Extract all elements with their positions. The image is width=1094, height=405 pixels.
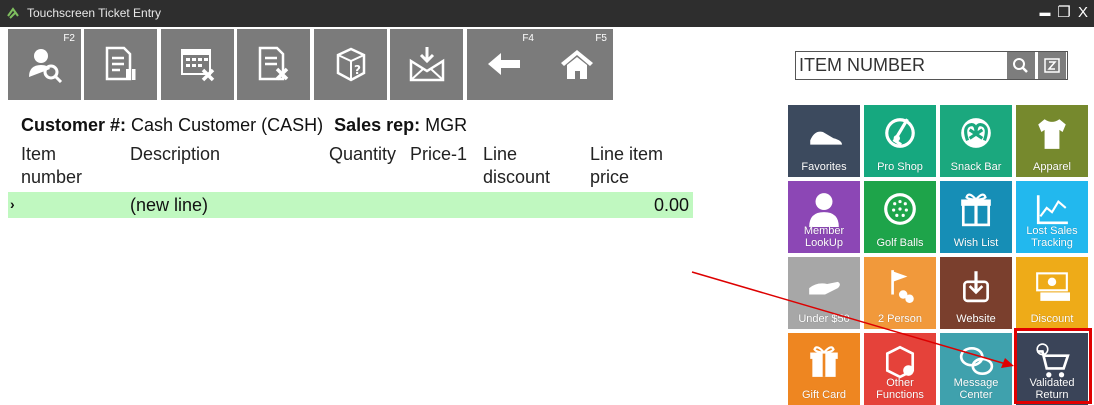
mail-download-icon [409, 47, 445, 82]
box-question-icon: ? [336, 47, 366, 82]
document-x-icon [258, 46, 289, 81]
tile-2-person[interactable]: 2 Person [864, 257, 936, 329]
tile-label: Pro Shop [877, 161, 923, 173]
tile-other-functions[interactable]: Other Functions [864, 333, 936, 405]
tile-label: Lost Sales Tracking [1026, 225, 1078, 249]
keyboard-icon [1044, 58, 1060, 73]
home-icon [561, 50, 593, 79]
shortcut-key-label: F4 [522, 33, 534, 44]
hand-money-icon [809, 281, 840, 295]
column-header-quantity[interactable]: Quantity [329, 143, 396, 166]
tile-label: Under $50 [798, 313, 850, 325]
tile-member-lookup[interactable]: Member LookUp [788, 181, 860, 253]
calendar-x-icon [181, 49, 215, 82]
tile-label: Wish List [953, 237, 999, 249]
golf-club-icon [885, 118, 915, 148]
gift-box-icon [961, 193, 991, 227]
tile-pro-shop[interactable]: Pro Shop [864, 105, 936, 177]
tile-label: 2 Person [877, 313, 923, 325]
gift-icon [810, 346, 838, 377]
golf-ball-icon [884, 193, 916, 225]
minimize-button[interactable]: ▬ [1036, 3, 1054, 23]
customer-value[interactable]: Cash Customer (CASH) [131, 115, 323, 135]
search-icon [1013, 58, 1028, 73]
calendar-cancel-button[interactable] [161, 29, 234, 100]
tile-label: Discount [1030, 313, 1074, 325]
window-title: Touchscreen Ticket Entry [27, 6, 162, 20]
tile-wish-list[interactable]: Wish List [940, 181, 1012, 253]
column-header-price[interactable]: Price-1 [410, 143, 467, 166]
pretzel-icon [961, 118, 991, 148]
salesrep-value[interactable]: MGR [425, 115, 467, 135]
shortcut-key-label: F2 [63, 33, 75, 44]
column-header-line-discount[interactable]: Line discount [483, 143, 573, 189]
flag-icon [891, 270, 914, 303]
row-marker-icon: › [10, 196, 15, 212]
svg-text:?: ? [354, 63, 361, 77]
table-row-new-line[interactable]: › (new line) 0.00 [8, 192, 693, 218]
customer-lookup-button[interactable]: F2 [8, 29, 81, 100]
money-icon [1036, 272, 1070, 301]
tile-label: Apparel [1033, 161, 1071, 173]
tile-golf-balls[interactable]: Golf Balls [864, 181, 936, 253]
tile-label: Gift Card [801, 389, 846, 401]
column-header-line-item-price[interactable]: Line item price [590, 143, 685, 189]
keyboard-button[interactable] [1038, 52, 1066, 79]
customer-info: Customer #: Cash Customer (CASH) Sales r… [21, 115, 467, 136]
column-header-item-number[interactable]: Item number [21, 143, 116, 189]
package-button[interactable]: ? [314, 29, 387, 100]
close-button[interactable]: X [1074, 3, 1092, 23]
restore-button[interactable]: ❐ [1055, 3, 1073, 23]
search-button[interactable] [1007, 52, 1035, 79]
tile-label: Member LookUp [803, 225, 845, 249]
receive-button[interactable] [390, 29, 463, 100]
new-line-total: 0.00 [653, 195, 689, 215]
chat-icon [959, 346, 994, 376]
tile-under-50[interactable]: Under $50 [788, 257, 860, 329]
tile-gift-card[interactable]: Gift Card [788, 333, 860, 405]
member-icon [809, 193, 839, 227]
document-pause-icon [105, 46, 136, 81]
tile-label: Favorites [801, 161, 847, 173]
tile-message-center[interactable]: Message Center [940, 333, 1012, 405]
shoe-icon [810, 131, 842, 145]
app-logo-icon [7, 7, 19, 19]
ticket-pause-button[interactable] [84, 29, 157, 100]
void-ticket-button[interactable] [237, 29, 310, 100]
tile-discount[interactable]: Discount [1016, 257, 1088, 329]
tile-snack-bar[interactable]: Snack Bar [940, 105, 1012, 177]
home-button[interactable]: F5 [540, 29, 613, 100]
title-bar: Touchscreen Ticket Entry ▬ ❐ X [0, 0, 1094, 27]
tile-website[interactable]: Website [940, 257, 1012, 329]
tile-label: Message Center [953, 377, 999, 401]
arrow-left-icon [488, 53, 520, 75]
salesrep-label: Sales rep: [334, 115, 421, 135]
tile-label: Other Functions [876, 377, 924, 401]
chart-icon [1036, 195, 1068, 225]
item-search-box [795, 51, 1068, 80]
touch-icon [963, 271, 989, 303]
item-number-input[interactable] [796, 52, 1007, 79]
box-gear-icon [885, 345, 915, 379]
tile-label: Snack Bar [950, 161, 1002, 173]
column-header-description[interactable]: Description [130, 143, 220, 166]
shortcut-key-label: F5 [595, 33, 607, 44]
highlight-box [1014, 328, 1092, 404]
shirt-icon [1038, 119, 1066, 149]
tile-label: Website [956, 313, 996, 325]
tile-label: Golf Balls [876, 237, 924, 249]
back-button[interactable]: F4 [467, 29, 540, 100]
customer-label: Customer #: [21, 115, 127, 135]
tile-apparel[interactable]: Apparel [1016, 105, 1088, 177]
tile-lost-sales-tracking[interactable]: Lost Sales Tracking [1016, 181, 1088, 253]
user-search-icon [29, 49, 63, 83]
tile-favorites[interactable]: Favorites [788, 105, 860, 177]
new-line-description[interactable]: (new line) [130, 195, 208, 216]
